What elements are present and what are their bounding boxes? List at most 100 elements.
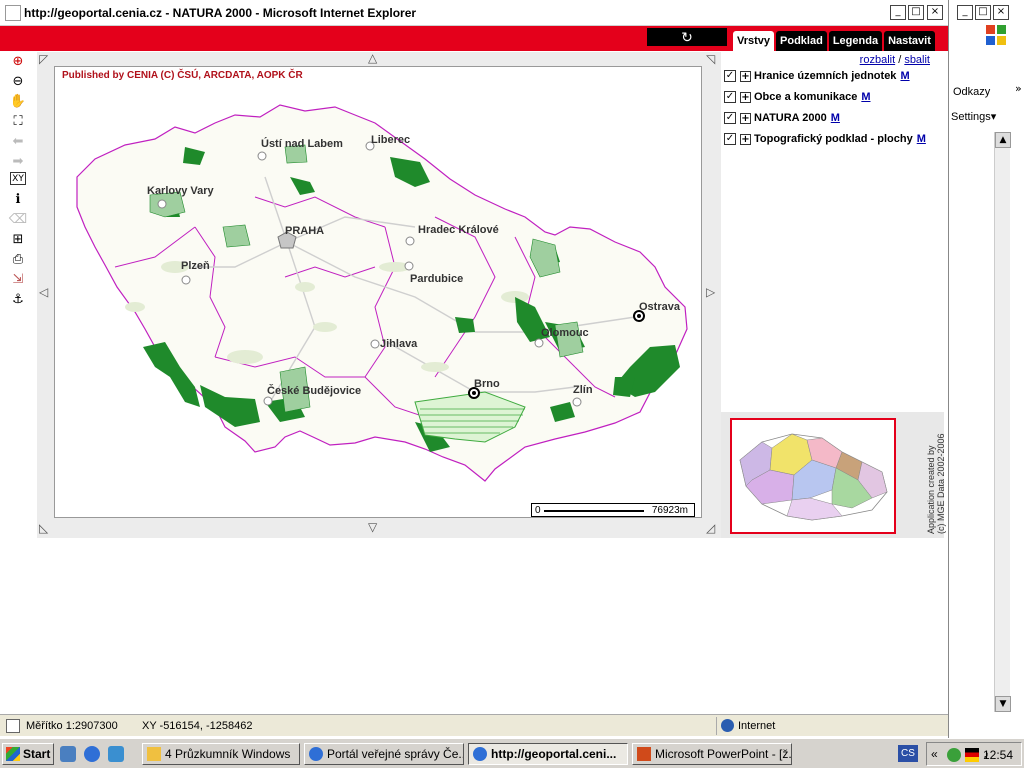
layer-metadata-link[interactable]: M xyxy=(900,70,909,82)
credit-line-1: Application created by xyxy=(926,445,936,534)
pan-south-icon[interactable]: ▽ xyxy=(368,521,377,533)
scroll-up-icon[interactable]: ▲ xyxy=(995,132,1011,148)
links-toolbar-label[interactable]: Odkazy xyxy=(953,86,990,98)
collapse-link[interactable]: sbalit xyxy=(904,54,930,66)
info-icon[interactable]: ℹ xyxy=(8,190,28,208)
layer-checkbox[interactable]: ✓ xyxy=(724,133,736,145)
map-toolbar: ⊕ ⊖ ✋ ⛶ ⬅ ➡ XY ℹ ⌫ ⊞ ⎙ ⇲ ⚓ xyxy=(8,52,30,310)
links-separator: / xyxy=(895,54,905,66)
tray-status-icon[interactable] xyxy=(947,748,961,762)
page-status-icon xyxy=(6,719,20,733)
eraser-icon[interactable]: ⌫ xyxy=(8,210,28,228)
layer-metadata-link[interactable]: M xyxy=(861,91,870,103)
layer-checkbox[interactable]: ✓ xyxy=(724,70,736,82)
city-label-zlin: Zlín xyxy=(573,384,593,396)
settings-menu[interactable]: Settings▾ xyxy=(951,110,996,123)
tray-flag-icon[interactable] xyxy=(965,748,979,762)
folder-icon xyxy=(147,747,161,761)
security-zone: Internet xyxy=(738,720,776,732)
layer-label: Topografický podklad - plochy xyxy=(754,133,913,145)
links-chevron-icon[interactable]: » xyxy=(1015,82,1022,95)
task-geoportal[interactable]: http://geoportal.ceni... xyxy=(468,743,628,765)
export-icon[interactable]: ⇲ xyxy=(8,270,28,288)
ie-icon xyxy=(473,747,487,761)
maximize-button[interactable]: □ xyxy=(908,5,924,20)
internet-zone-icon xyxy=(721,719,734,732)
pan-east-icon[interactable]: ▷ xyxy=(706,286,715,298)
full-extent-icon[interactable]: ⛶ xyxy=(8,112,28,130)
ie-window: http://geoportal.cenia.cz - NATURA 2000 … xyxy=(0,0,948,738)
refresh-icon[interactable]: ↻ xyxy=(647,28,727,46)
city-label-cb: České Budějovice xyxy=(267,384,361,397)
print-icon[interactable]: ⎙ xyxy=(8,250,28,268)
title-bar: http://geoportal.cenia.cz - NATURA 2000 … xyxy=(0,0,948,26)
outlook-quicklaunch-icon[interactable] xyxy=(108,746,124,762)
windows-logo-icon xyxy=(973,24,1019,50)
anchor-icon[interactable]: ⚓ xyxy=(8,290,28,308)
zoom-in-icon[interactable]: ⊕ xyxy=(8,52,28,70)
ie-quicklaunch-icon[interactable] xyxy=(84,746,100,762)
layer-checkbox[interactable]: ✓ xyxy=(724,91,736,103)
layer-metadata-link[interactable]: M xyxy=(917,133,926,145)
expand-link[interactable]: rozbalit xyxy=(860,54,895,66)
language-indicator[interactable]: CS xyxy=(898,745,918,762)
start-label: Start xyxy=(23,747,51,761)
status-coordinates: XY -516154, -1258462 xyxy=(142,720,253,732)
status-scale: Měřítko 1:2907300 xyxy=(26,720,118,732)
ie-icon xyxy=(309,747,323,761)
tab-podklad[interactable]: Podklad xyxy=(776,31,827,51)
system-tray: « ♪ 12:54 xyxy=(926,742,1022,766)
pan-northeast-icon[interactable]: ◹ xyxy=(706,53,715,65)
overview-map-graphic xyxy=(739,433,888,521)
application-credit: Application created by (c) MGE Data 2002… xyxy=(926,433,946,534)
expand-plus-icon[interactable]: + xyxy=(740,112,751,124)
background-window-titlebar: _ □ × xyxy=(949,0,1024,24)
expand-plus-icon[interactable]: + xyxy=(740,91,751,103)
city-label-olomouc: Olomouc xyxy=(541,327,589,339)
task-label: http://geoportal.ceni... xyxy=(491,747,617,761)
pan-north-icon[interactable]: △ xyxy=(368,52,377,64)
clock[interactable]: 12:54 xyxy=(983,748,1013,762)
taskbar: Start 4 Průzkumník Windows Portál veřejn… xyxy=(0,738,1024,768)
close-button[interactable]: × xyxy=(993,5,1009,20)
map-canvas[interactable]: Ústí nad Labem Liberec Karlovy Vary PRAH… xyxy=(54,66,702,518)
close-button[interactable]: × xyxy=(927,5,943,20)
forward-arrow-icon[interactable]: ➡ xyxy=(8,152,28,170)
expand-plus-icon[interactable]: + xyxy=(740,133,751,145)
expand-plus-icon[interactable]: + xyxy=(740,70,751,82)
map-credit: Published by CENIA (C) ČSÚ, ARCDATA, AOP… xyxy=(62,70,303,81)
measure-icon[interactable]: ⊞ xyxy=(8,230,28,248)
pan-southwest-icon[interactable]: ◺ xyxy=(39,522,48,534)
tab-vrstvy[interactable]: Vrstvy xyxy=(733,31,775,51)
task-powerpoint[interactable]: Microsoft PowerPoint - [ž... xyxy=(632,743,792,765)
tab-legenda[interactable]: Legenda xyxy=(828,31,883,51)
tray-expand-icon[interactable]: « xyxy=(931,747,938,761)
pan-hand-icon[interactable]: ✋ xyxy=(8,92,28,110)
layers-panel: rozbalit / sbalit ✓ + Hranice územních j… xyxy=(722,52,944,412)
task-explorer[interactable]: 4 Průzkumník Windows xyxy=(142,743,300,765)
layer-row: ✓ + Hranice územních jednotek M xyxy=(724,68,910,84)
xy-coordinates-icon[interactable]: XY xyxy=(10,172,26,185)
overview-map[interactable] xyxy=(730,418,896,534)
vertical-scrollbar[interactable]: ▲ ▼ xyxy=(994,132,1011,712)
scroll-down-icon[interactable]: ▼ xyxy=(995,696,1011,712)
scale-bar: 0 76923m xyxy=(531,503,695,517)
tab-nastavit[interactable]: Nastavit xyxy=(884,31,935,51)
city-label-plzen: Plzeň xyxy=(181,260,210,272)
minimize-button[interactable]: _ xyxy=(957,5,973,20)
panel-tabs: Vrstvy Podklad Legenda Nastavit xyxy=(733,31,937,51)
maximize-button[interactable]: □ xyxy=(975,5,991,20)
city-label-hk: Hradec Králové xyxy=(418,224,499,236)
pan-southeast-icon[interactable]: ◿ xyxy=(706,522,715,534)
pan-west-icon[interactable]: ◁ xyxy=(39,286,48,298)
start-button[interactable]: Start xyxy=(2,743,54,765)
task-portal[interactable]: Portál veřejné správy Če... xyxy=(304,743,464,765)
layer-metadata-link[interactable]: M xyxy=(831,112,840,124)
layer-label: NATURA 2000 xyxy=(754,112,827,124)
minimize-button[interactable]: _ xyxy=(890,5,906,20)
layer-checkbox[interactable]: ✓ xyxy=(724,112,736,124)
pan-northwest-icon[interactable]: ◸ xyxy=(39,53,48,65)
show-desktop-icon[interactable] xyxy=(60,746,76,762)
zoom-out-icon[interactable]: ⊖ xyxy=(8,72,28,90)
back-arrow-icon[interactable]: ⬅ xyxy=(8,132,28,150)
